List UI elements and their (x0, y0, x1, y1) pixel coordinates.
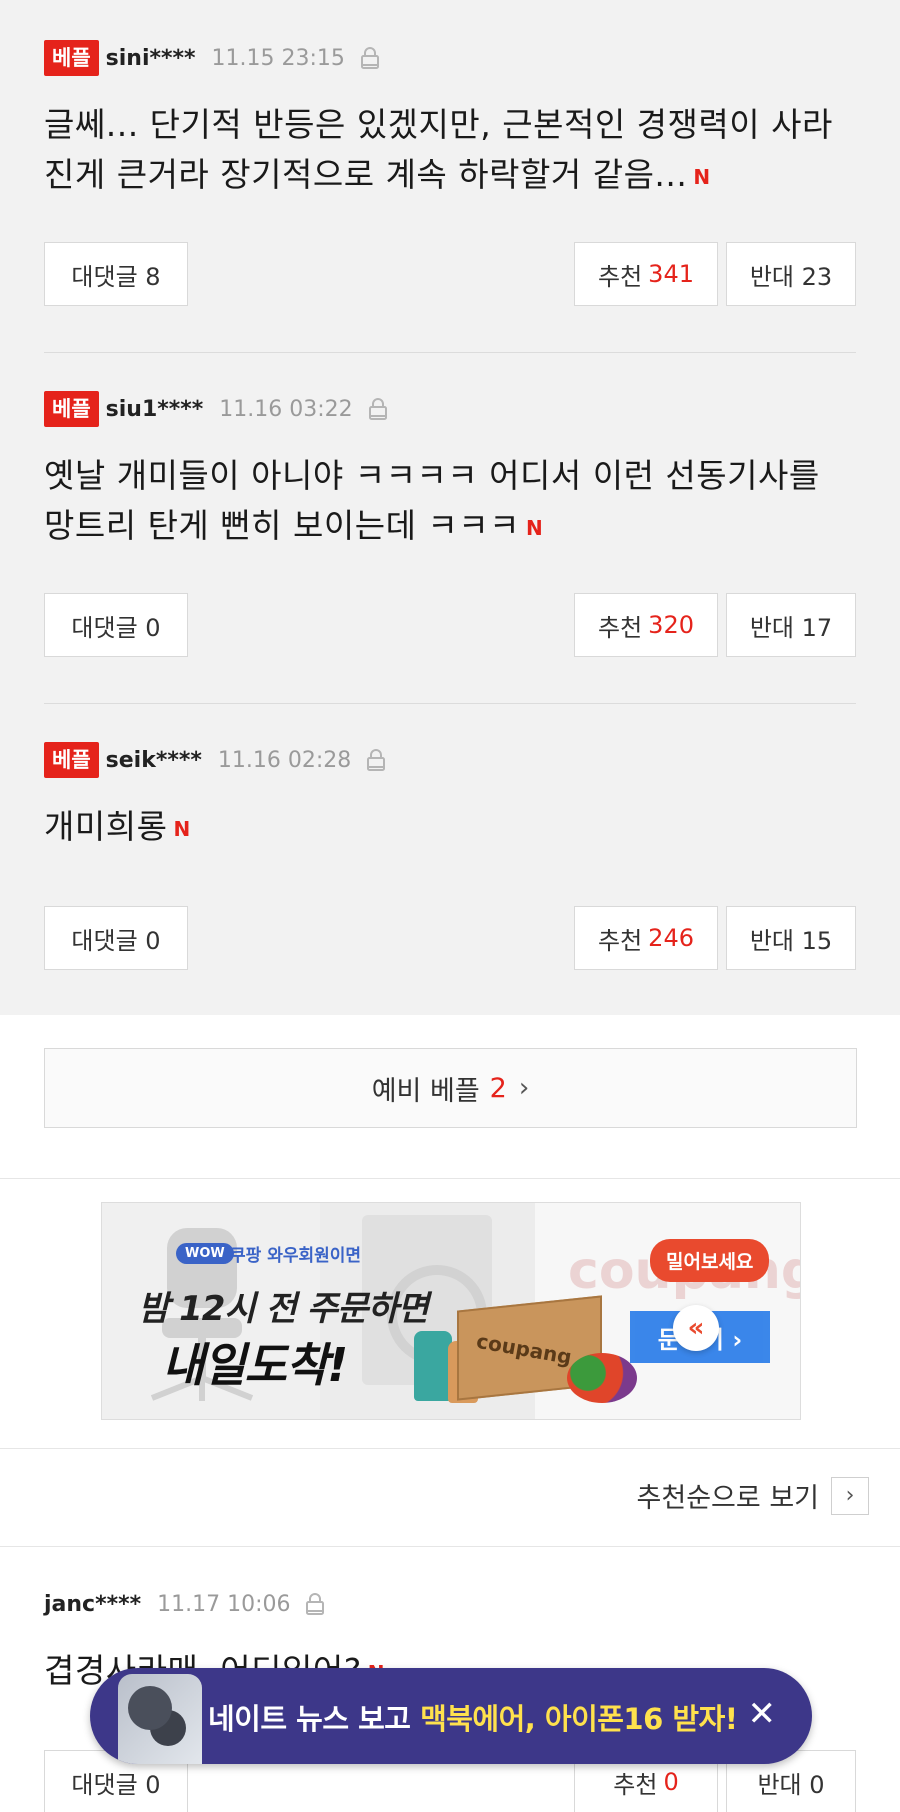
promo-text-highlight: 맥북에어, 아이폰16 받자! (420, 1702, 738, 1736)
comment-time: 11.16 02:28 (217, 747, 352, 773)
upvote-label: 추천 (598, 926, 643, 955)
new-badge-icon: N (173, 816, 191, 841)
best-comment: 베플 sini**** 11.15 23:15 글쎄... 단기적 반등은 있겠… (44, 40, 856, 202)
comment-meta: 베플 sini**** 11.15 23:15 (44, 40, 856, 76)
section-divider (0, 1448, 900, 1449)
section-divider (0, 1546, 900, 1547)
wow-badge: WOW (176, 1243, 234, 1264)
downvote-button[interactable]: 반대 17 (726, 593, 856, 657)
best-badge: 베플 (44, 391, 99, 427)
comment-time: 11.15 23:15 (211, 45, 345, 71)
best-comment: 베플 seik**** 11.16 02:28 개미희롱 N (44, 742, 856, 854)
upvote-button[interactable]: 추천 341 (574, 242, 718, 306)
ad-tagline: 내일도착! (162, 1338, 348, 1392)
upvote-label: 추천 (598, 262, 643, 291)
comment-time: 11.17 10:06 (157, 1591, 291, 1617)
lock-icon[interactable] (304, 1592, 326, 1616)
upvote-count: 320 (648, 611, 694, 639)
comment-meta: janc**** 11.17 10:06 (44, 1586, 856, 1622)
prebest-count: 2 (489, 1072, 507, 1104)
comment-meta: 베플 siu1**** 11.16 03:22 (44, 391, 856, 427)
reply-button[interactable]: 대댓글 0 (44, 593, 188, 657)
comment-actions: 대댓글 8 추천 341 반대 23 (44, 242, 856, 306)
coupang-ad-banner[interactable]: WOW 쿠팡 와우회원이면 밤 12시 전 주문하면 내일도착! coupang… (101, 1202, 801, 1420)
comment-meta: 베플 seik**** 11.16 02:28 (44, 742, 856, 778)
lock-icon[interactable] (365, 748, 387, 772)
divider (44, 703, 856, 704)
best-badge: 베플 (44, 742, 99, 778)
promo-text: 네이트 뉴스 보고 맥북에어, 아이폰16 받자! (208, 1696, 738, 1738)
close-icon[interactable]: ✕ (748, 1694, 777, 1734)
prebest-button[interactable]: 예비 베플 2 › (44, 1048, 857, 1128)
upvote-button[interactable]: 추천 246 (574, 906, 718, 970)
prebest-label: 예비 베플 (371, 1075, 480, 1107)
phone-image (118, 1674, 202, 1764)
comment-text: 개미희롱 N (44, 807, 191, 846)
sort-control[interactable]: 추천순으로 보기 › (637, 1476, 869, 1515)
comment-text: 옛날 개미들이 아니야 ㅋㅋㅋㅋ 어디서 이런 선동기사를 망트리 탄게 뻔히 … (44, 456, 820, 545)
upvote-count: 246 (648, 924, 694, 952)
comment-text: 글쎄... 단기적 반등은 있겠지만, 근본적인 경쟁력이 사라진게 큰거라 장… (44, 105, 833, 194)
comment-user[interactable]: siu1**** (106, 397, 204, 422)
chevron-right-icon: › (518, 1073, 530, 1103)
comment-time: 11.16 03:22 (219, 396, 353, 422)
comment-actions: 대댓글 0 추천 246 반대 15 (44, 906, 856, 970)
promo-text-main: 네이트 뉴스 보고 (208, 1702, 421, 1736)
new-badge-icon: N (526, 515, 544, 540)
chevron-right-icon[interactable]: › (831, 1476, 869, 1515)
upvote-button[interactable]: 추천 320 (574, 593, 718, 657)
ad-headline: 밤 12시 전 주문하면 (138, 1289, 429, 1329)
slide-arrow-icon[interactable]: « (673, 1305, 719, 1351)
upvote-count: 0 (663, 1768, 679, 1796)
comment-user[interactable]: seik**** (106, 748, 202, 773)
reply-button[interactable]: 대댓글 0 (44, 906, 188, 970)
downvote-button[interactable]: 반대 23 (726, 242, 856, 306)
vegetables-image (567, 1353, 637, 1403)
comment-user[interactable]: sini**** (106, 46, 196, 71)
promo-banner[interactable]: 네이트 뉴스 보고 맥북에어, 아이폰16 받자! ✕ (90, 1668, 812, 1764)
divider (44, 352, 856, 353)
ad-subtitle: 쿠팡 와우회원이면 (230, 1246, 362, 1266)
upvote-count: 341 (648, 260, 694, 288)
upvote-label: 추천 (613, 1770, 658, 1799)
section-divider (0, 1178, 900, 1179)
lock-icon[interactable] (367, 397, 389, 421)
comment-user[interactable]: janc**** (44, 1592, 141, 1617)
bottle-image (414, 1331, 452, 1401)
new-badge-icon: N (693, 164, 711, 189)
best-comment: 베플 siu1**** 11.16 03:22 옛날 개미들이 아니야 ㅋㅋㅋㅋ… (44, 391, 856, 553)
lock-icon[interactable] (359, 46, 381, 70)
sort-label: 추천순으로 보기 (636, 1483, 819, 1514)
best-badge: 베플 (44, 40, 99, 76)
comment-actions: 대댓글 0 추천 320 반대 17 (44, 593, 856, 657)
downvote-button[interactable]: 반대 15 (726, 906, 856, 970)
upvote-label: 추천 (598, 613, 643, 642)
try-pill: 밀어보세요 (650, 1239, 770, 1282)
reply-button[interactable]: 대댓글 8 (44, 242, 188, 306)
